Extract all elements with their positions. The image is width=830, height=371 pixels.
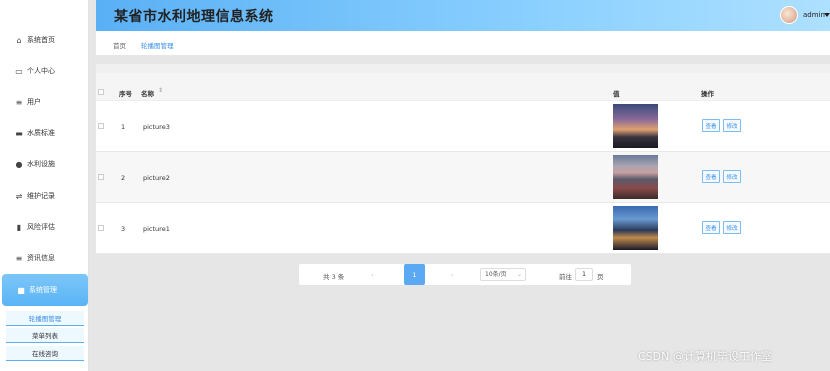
submenu-consult[interactable]: 在线咨询 bbox=[6, 346, 84, 361]
bar-chart-icon: ▮ bbox=[16, 222, 22, 232]
sidebar-item-risk[interactable]: ▮ 风险评估 bbox=[0, 212, 89, 242]
row-checkbox[interactable] bbox=[98, 174, 104, 180]
view-button[interactable]: 查看 bbox=[702, 170, 720, 183]
edit-button[interactable]: 修改 bbox=[723, 170, 741, 183]
sidebar-item-maintenance[interactable]: ⇌ 维护记录 bbox=[0, 181, 89, 211]
sidebar-item-profile[interactable]: ▭ 个人中心 bbox=[0, 56, 89, 86]
row-image bbox=[613, 155, 658, 199]
table-header: 序号 名称 ⇕ 值 操作 bbox=[96, 73, 830, 101]
row-checkbox[interactable] bbox=[98, 123, 104, 129]
next-page-button[interactable]: › bbox=[451, 271, 454, 279]
home-icon: ⌂ bbox=[16, 35, 22, 45]
col-name[interactable]: 名称 bbox=[141, 88, 154, 98]
submenu-carousel[interactable]: 轮播图管理 bbox=[6, 311, 84, 326]
page-size-value: 10条/页 bbox=[485, 271, 507, 278]
page-number-current[interactable]: 1 bbox=[404, 264, 425, 285]
row-image bbox=[613, 104, 658, 148]
sidebar-item-label: 水利设施 bbox=[27, 160, 55, 168]
submenu-menu-list[interactable]: 菜单列表 bbox=[6, 328, 84, 343]
watermark: CSDN @计算机毕设工作室 bbox=[638, 350, 772, 363]
folder-icon: ■ bbox=[17, 285, 25, 295]
breadcrumb-current: 轮播图管理 bbox=[141, 42, 174, 50]
toolbar-strip bbox=[96, 64, 830, 73]
view-button[interactable]: 查看 bbox=[702, 221, 720, 234]
goto-page-input[interactable]: 1 bbox=[575, 268, 593, 281]
top-header: 某省市水利地理信息系统 admin bbox=[96, 0, 830, 31]
row-name: picture2 bbox=[143, 174, 170, 182]
id-card-icon: ▭ bbox=[15, 66, 23, 76]
sidebar-item-water-quality[interactable]: ▬ 水质标准 bbox=[0, 118, 89, 148]
person-icon: ● bbox=[15, 159, 23, 169]
avatar[interactable] bbox=[780, 6, 798, 24]
row-image bbox=[613, 206, 658, 250]
edit-button[interactable]: 修改 bbox=[723, 119, 741, 132]
sidebar-item-home[interactable]: ⌂ 系统首页 bbox=[0, 25, 89, 55]
goto-label: 前往 bbox=[559, 273, 572, 281]
briefcase-icon: ▬ bbox=[15, 128, 23, 138]
sidebar-item-users[interactable]: ≡ 用户 bbox=[0, 87, 89, 117]
col-value: 值 bbox=[613, 90, 620, 98]
pagination: 共 3 条 ‹ 1 › 10条/页 ⌄ 前往 1 页 bbox=[299, 264, 631, 285]
table-row: 3 picture1 查看 修改 bbox=[96, 203, 830, 254]
prev-page-button[interactable]: ‹ bbox=[371, 271, 374, 279]
sidebar-item-label: 风险评估 bbox=[27, 223, 55, 231]
chevron-down-icon: ⌄ bbox=[516, 271, 522, 278]
sidebar: ⌂ 系统首页 ▭ 个人中心 ≡ 用户 ▬ 水质标准 ● 水利设施 ⇌ 维护记录 … bbox=[0, 0, 89, 371]
pagination-total: 共 3 条 bbox=[323, 273, 345, 281]
select-all-checkbox[interactable] bbox=[98, 89, 104, 95]
row-checkbox[interactable] bbox=[98, 225, 104, 231]
chevron-down-icon[interactable] bbox=[824, 13, 830, 17]
col-index: 序号 bbox=[119, 90, 132, 98]
sidebar-item-facilities[interactable]: ● 水利设施 bbox=[0, 149, 89, 179]
sidebar-item-label: 资讯信息 bbox=[27, 254, 55, 262]
sidebar-item-label: 系统首页 bbox=[27, 36, 55, 44]
row-index: 3 bbox=[121, 225, 126, 233]
edit-button[interactable]: 修改 bbox=[723, 221, 741, 234]
list-icon: ≡ bbox=[15, 253, 23, 263]
app-title: 某省市水利地理信息系统 bbox=[114, 9, 274, 25]
sliders-icon: ⇌ bbox=[15, 191, 23, 201]
list-icon: ≡ bbox=[15, 97, 23, 107]
sidebar-item-label: 水质标准 bbox=[27, 129, 55, 137]
user-name[interactable]: admin bbox=[803, 11, 825, 19]
data-table: 序号 名称 ⇕ 值 操作 1 picture3 查看 修改 2 picture2… bbox=[96, 73, 830, 254]
row-name: picture3 bbox=[143, 123, 170, 131]
row-index: 2 bbox=[121, 174, 126, 182]
view-button[interactable]: 查看 bbox=[702, 119, 720, 132]
row-index: 1 bbox=[121, 123, 126, 131]
page-unit-label: 页 bbox=[597, 273, 604, 281]
sidebar-item-system[interactable]: ■ 系统管理 bbox=[2, 274, 88, 306]
page-size-select[interactable]: 10条/页 ⌄ bbox=[480, 268, 526, 281]
sidebar-item-label: 个人中心 bbox=[27, 67, 55, 75]
row-name: picture1 bbox=[143, 225, 170, 233]
sidebar-item-label: 维护记录 bbox=[27, 192, 55, 200]
sidebar-item-label: 系统管理 bbox=[29, 286, 57, 294]
sort-icon[interactable]: ⇕ bbox=[158, 87, 163, 94]
table-row: 1 picture3 查看 修改 bbox=[96, 101, 830, 152]
sidebar-item-news[interactable]: ≡ 资讯信息 bbox=[0, 243, 89, 273]
table-row: 2 picture2 查看 修改 bbox=[96, 152, 830, 203]
col-actions: 操作 bbox=[701, 90, 714, 98]
breadcrumb: 首页 轮播图管理 bbox=[96, 31, 830, 55]
sidebar-item-label: 用户 bbox=[27, 98, 41, 106]
breadcrumb-home[interactable]: 首页 bbox=[113, 40, 126, 50]
